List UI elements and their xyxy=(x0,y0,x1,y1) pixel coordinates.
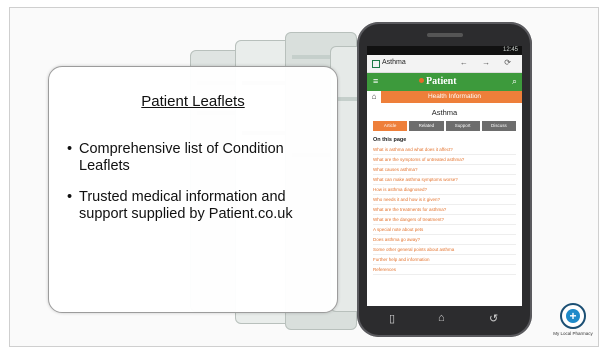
breadcrumb: ⌂ Health Information xyxy=(367,91,522,103)
tab-support[interactable]: Support xyxy=(445,121,480,131)
phone-nav-bar: ▯ ⌂ ↺ xyxy=(367,309,522,331)
menu-icon[interactable]: ≡ xyxy=(373,76,378,86)
list-item[interactable]: A special note about pets xyxy=(373,225,516,235)
plus-circle-icon: + xyxy=(560,303,586,329)
browser-url-bar[interactable]: Asthma ← → ⟳ xyxy=(367,55,522,73)
phone-screen: 12:45 Asthma ← → ⟳ ≡ Patient ⌕ ⌂ Health … xyxy=(367,46,522,306)
breadcrumb-text[interactable]: Health Information xyxy=(387,93,522,100)
list-item[interactable]: What causes asthma? xyxy=(373,165,516,175)
back-button-icon[interactable]: ▯ xyxy=(389,312,395,325)
recent-apps-icon[interactable]: ↺ xyxy=(489,312,498,325)
bullet-item: Comprehensive list of Condition Leaflets xyxy=(67,141,329,175)
tab-related[interactable]: Related xyxy=(409,121,444,131)
browser-nav-arrows[interactable]: ← → ⟳ xyxy=(460,58,517,67)
topic-title: Asthma xyxy=(431,108,458,117)
on-this-page-heading: On this page xyxy=(373,137,407,143)
home-icon[interactable]: ⌂ xyxy=(367,91,381,103)
list-item[interactable]: Further help and information xyxy=(373,255,516,265)
smartphone: 12:45 Asthma ← → ⟳ ≡ Patient ⌕ ⌂ Health … xyxy=(357,22,532,337)
list-item[interactable]: What are the dangers of treatment? xyxy=(373,215,516,225)
pharmacy-name: My Local Pharmacy xyxy=(553,331,593,336)
home-button-icon[interactable]: ⌂ xyxy=(438,312,445,324)
logo-text: Patient xyxy=(426,76,457,87)
url-text[interactable]: Asthma xyxy=(382,59,406,66)
tab-icon xyxy=(372,60,380,68)
list-item[interactable]: What is asthma and what does it affect? xyxy=(373,145,516,155)
tab-article[interactable]: Article xyxy=(373,121,408,131)
patient-logo[interactable]: Patient xyxy=(419,76,457,87)
patient-header: ≡ Patient ⌕ xyxy=(367,73,522,91)
pharmacy-logo: + My Local Pharmacy xyxy=(548,303,598,336)
list-item[interactable]: What are the treatments for asthma? xyxy=(373,205,516,215)
page-link-list: What is asthma and what does it affect? … xyxy=(367,145,522,275)
search-icon[interactable]: ⌕ xyxy=(512,76,517,87)
info-card: Patient Leaflets Comprehensive list of C… xyxy=(48,66,338,313)
bullet-item: Trusted medical information and support … xyxy=(67,189,329,223)
card-title: Patient Leaflets xyxy=(141,93,245,110)
phone-speaker xyxy=(427,33,463,37)
logo-dot-icon xyxy=(419,78,424,83)
bullet-list: Comprehensive list of Condition Leaflets… xyxy=(67,141,329,237)
list-item[interactable]: Who needs it and how is it given? xyxy=(373,195,516,205)
status-time: 12:45 xyxy=(502,47,518,53)
list-item[interactable]: Some other general points about asthma xyxy=(373,245,516,255)
tab-discuss[interactable]: Discuss xyxy=(481,121,516,131)
list-item[interactable]: How is asthma diagnosed? xyxy=(373,185,516,195)
list-item[interactable]: Does asthma go away? xyxy=(373,235,516,245)
article-tabs: Article Related Support Discuss xyxy=(367,121,522,131)
list-item[interactable]: What are the symptoms of untreated asthm… xyxy=(373,155,516,165)
list-item[interactable]: References xyxy=(373,265,516,275)
status-bar: 12:45 xyxy=(367,46,522,55)
list-item[interactable]: What can make asthma symptoms worse? xyxy=(373,175,516,185)
